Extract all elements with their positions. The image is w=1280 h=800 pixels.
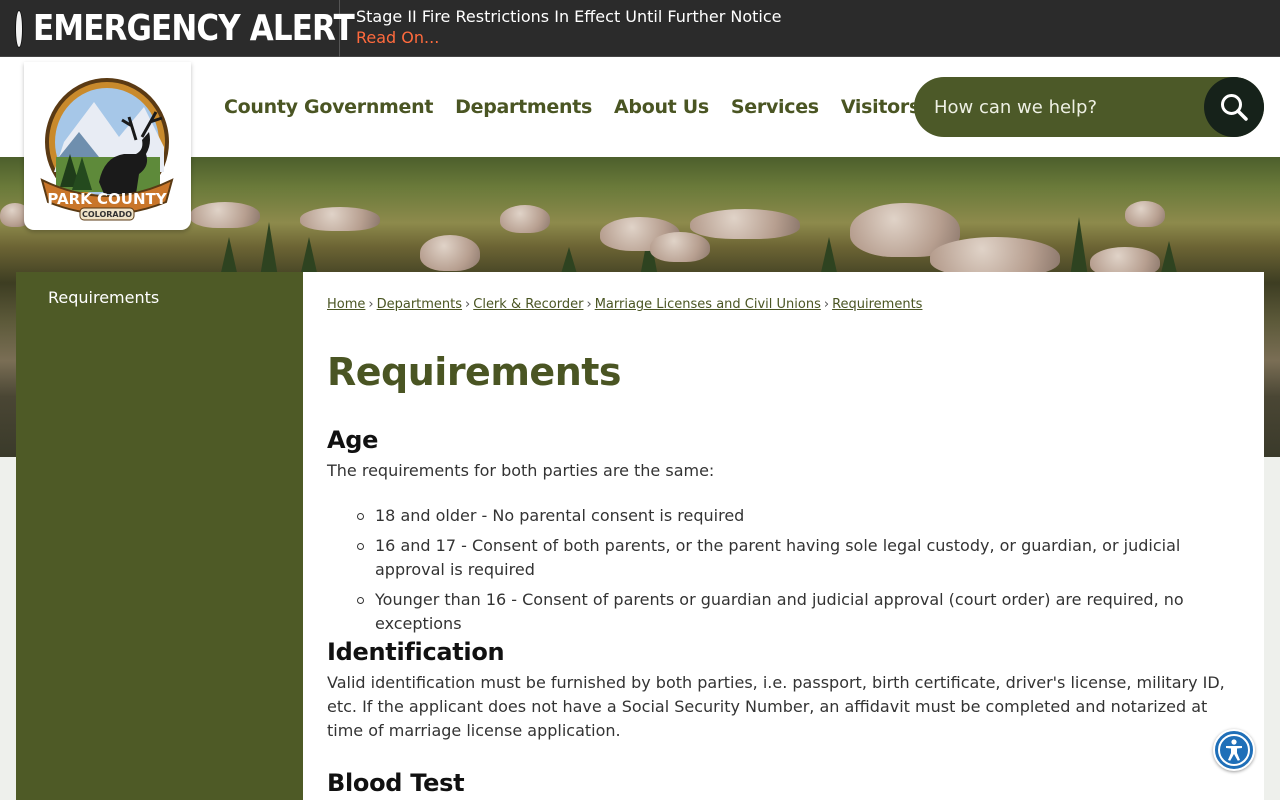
nav-about-us[interactable]: About Us (603, 96, 720, 118)
alert-read-on-link[interactable]: Read On... (356, 27, 439, 49)
breadcrumb-separator: › (465, 297, 471, 312)
alert-title: EMERGENCY ALERT (33, 8, 355, 49)
alert-message-area: Stage II Fire Restrictions In Effect Unt… (340, 0, 782, 56)
main-nav: County Government Departments About Us S… (213, 57, 931, 157)
nav-county-government[interactable]: County Government (213, 96, 444, 118)
main-content: Home › Departments › Clerk & Recorder › Marria… (303, 272, 1264, 800)
age-requirements-list: 18 and older - No parental consent is re… (327, 504, 1237, 642)
side-nav: Requirements (16, 272, 303, 800)
site-logo[interactable]: PARK COUNTY COLORADO (24, 62, 191, 230)
breadcrumb-departments[interactable]: Departments (377, 297, 462, 312)
svg-text:COLORADO: COLORADO (82, 210, 132, 219)
breadcrumb-marriage-licenses[interactable]: Marriage Licenses and Civil Unions (595, 297, 821, 312)
accessibility-button[interactable] (1213, 729, 1255, 771)
alert-dot-icon (16, 10, 22, 47)
breadcrumb-separator: › (368, 297, 374, 312)
breadcrumb-separator: › (823, 297, 830, 312)
breadcrumb-requirements[interactable]: Requirements (832, 297, 922, 312)
emergency-alert-bar: EMERGENCY ALERT Stage II Fire Restrictio… (0, 0, 1280, 57)
page-title: Requirements (327, 350, 622, 394)
search-button[interactable] (1204, 77, 1264, 137)
breadcrumb-home[interactable]: Home (327, 297, 365, 312)
list-item: Younger than 16 - Consent of parents or … (327, 588, 1237, 636)
alert-label-area: EMERGENCY ALERT (0, 0, 355, 57)
svg-text:PARK COUNTY: PARK COUNTY (47, 190, 167, 208)
accessibility-icon (1218, 734, 1250, 766)
search-box (914, 77, 1264, 137)
age-intro: The requirements for both parties are th… (327, 461, 715, 480)
site-header: PARK COUNTY COLORADO County Government D… (0, 57, 1280, 230)
search-icon (1221, 94, 1248, 121)
search-input[interactable] (934, 77, 1194, 137)
list-item: 18 and older - No parental consent is re… (327, 504, 1237, 528)
breadcrumb: Home › Departments › Clerk & Recorder › Marria… (327, 297, 922, 312)
nav-departments[interactable]: Departments (444, 96, 603, 118)
sidebar-item-requirements[interactable]: Requirements (48, 288, 159, 307)
alert-message: Stage II Fire Restrictions In Effect Unt… (356, 7, 782, 26)
park-county-logo-icon: PARK COUNTY COLORADO (40, 78, 174, 221)
blood-test-heading: Blood Test (327, 769, 465, 797)
list-item: 16 and 17 - Consent of both parents, or … (327, 534, 1237, 582)
breadcrumb-separator: › (586, 297, 592, 312)
identification-text: Valid identification must be furnished b… (327, 673, 1225, 740)
age-heading: Age (327, 426, 379, 454)
identification-heading: Identification (327, 638, 505, 666)
nav-services[interactable]: Services (720, 96, 830, 118)
breadcrumb-clerk-recorder[interactable]: Clerk & Recorder (473, 297, 583, 312)
